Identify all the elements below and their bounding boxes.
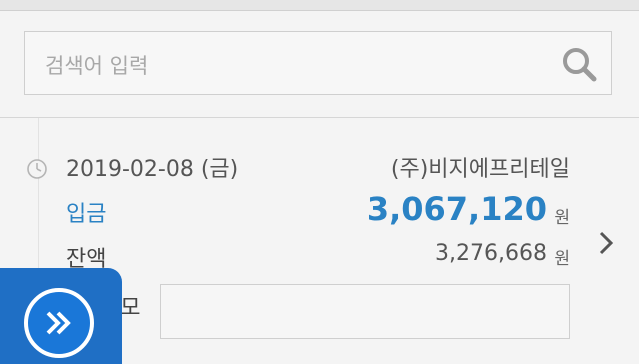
search-placeholder: 검색어 입력 bbox=[45, 54, 149, 78]
floating-action-button[interactable] bbox=[0, 268, 122, 364]
balance-unit: 원 bbox=[554, 249, 570, 269]
fab-circle bbox=[24, 288, 94, 358]
transaction-type-label: 입금 bbox=[66, 202, 107, 227]
search-section: 검색어 입력 bbox=[0, 11, 639, 118]
merchant-name: (주)비지에프리테일 bbox=[390, 157, 570, 182]
memo-input[interactable] bbox=[160, 284, 570, 339]
top-strip bbox=[0, 0, 639, 11]
amount-unit: 원 bbox=[554, 208, 570, 228]
transaction-amount: 3,067,120 bbox=[366, 190, 547, 228]
balance-value: 3,276,668 bbox=[435, 241, 547, 266]
search-icon[interactable] bbox=[561, 46, 597, 82]
search-input[interactable]: 검색어 입력 bbox=[24, 31, 612, 95]
transaction-date: 2019-02-08 (금) bbox=[66, 157, 239, 182]
clock-icon bbox=[26, 158, 48, 180]
chevron-right-icon[interactable] bbox=[597, 228, 615, 258]
fast-forward-icon bbox=[46, 311, 71, 335]
